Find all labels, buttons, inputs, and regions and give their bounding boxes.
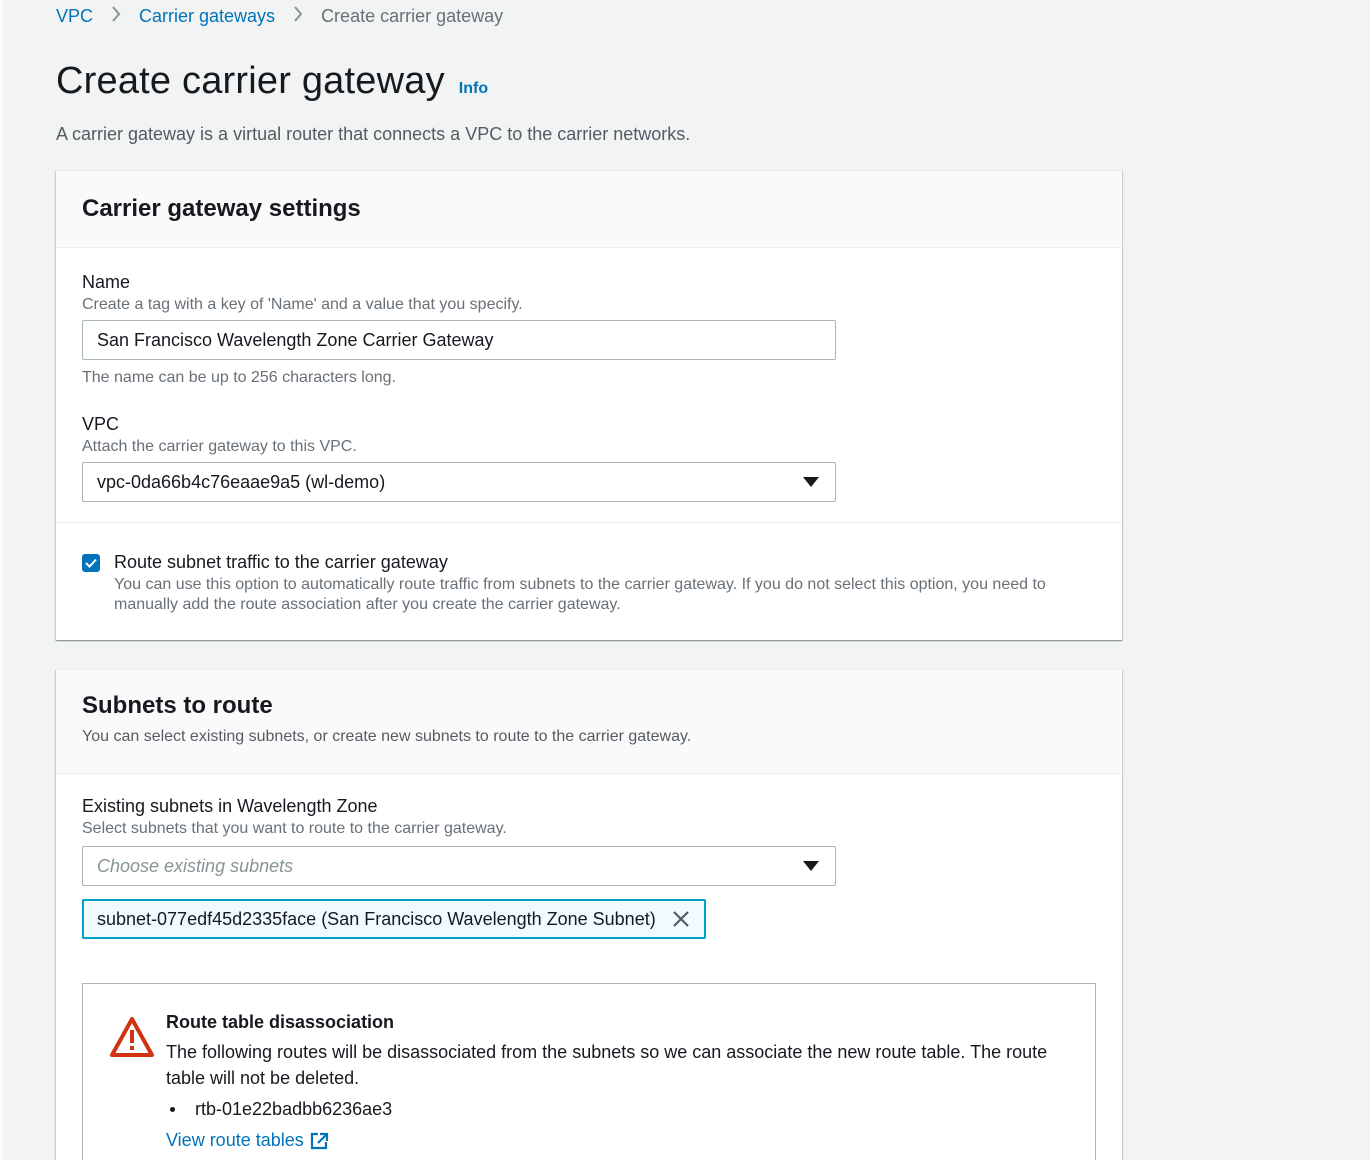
route-option: Route subnet traffic to the carrier gate… (56, 523, 1122, 615)
panel-description: You can select existing subnets, or crea… (82, 728, 692, 745)
token-list: subnet-077edf45d2335face (San Francisco … (82, 899, 1096, 939)
alert-title: Route table disassociation (166, 1012, 395, 1032)
page-header: Create carrier gateway Info (56, 60, 488, 103)
caret-down-icon (803, 477, 819, 487)
subnets-to-route-panel: Subnets to route You can select existing… (56, 669, 1122, 1160)
existing-subnets-description: Select subnets that you want to route to… (82, 820, 507, 837)
vpc-label: VPC (82, 414, 120, 434)
vpc-select[interactable]: vpc-0da66b4c76eaae9a5 (wl-demo) (82, 462, 836, 502)
breadcrumb: VPC Carrier gateways Create carrier gate… (56, 4, 503, 28)
panel-header: Carrier gateway settings (56, 171, 1122, 248)
page-description: A carrier gateway is a virtual router th… (56, 124, 691, 144)
close-icon[interactable] (670, 908, 692, 930)
name-field-group: Name Create a tag with a key of 'Name' a… (56, 248, 1122, 387)
route-list-item: rtb-01e22badbb6236ae3 (166, 1099, 1066, 1120)
chevron-right-icon (293, 5, 303, 27)
alert-body: The following routes will be disassociat… (166, 1042, 1048, 1088)
existing-subnets-field: Existing subnets in Wavelength Zone Sele… (56, 774, 1122, 939)
route-traffic-label: Route subnet traffic to the carrier gate… (114, 552, 448, 572)
caret-down-icon (803, 861, 819, 871)
view-route-tables-link[interactable]: View route tables (166, 1130, 330, 1151)
info-link[interactable]: Info (459, 80, 488, 98)
alert-content: Route table disassociation The following… (166, 1012, 1066, 1151)
vpc-description: Attach the carrier gateway to this VPC. (82, 438, 357, 455)
chevron-right-icon (111, 5, 121, 27)
page-title: Create carrier gateway (56, 60, 445, 102)
breadcrumb-current: Create carrier gateway (321, 5, 504, 26)
route-table-disassociation-alert: Route table disassociation The following… (82, 983, 1096, 1160)
check-icon (85, 558, 97, 568)
view-route-tables-label: View route tables (166, 1130, 304, 1150)
name-label: Name (82, 272, 131, 292)
carrier-gateway-settings-panel: Carrier gateway settings Name Create a t… (56, 170, 1122, 640)
breadcrumb-carrier-gateways-link[interactable]: Carrier gateways (139, 6, 275, 27)
route-traffic-checkbox[interactable] (82, 554, 100, 572)
bullet (170, 1107, 175, 1112)
route-table-id: rtb-01e22badbb6236ae3 (195, 1099, 393, 1119)
left-edge (0, 0, 3, 1160)
name-hint: The name can be up to 256 characters lon… (82, 369, 396, 386)
breadcrumb-vpc-link[interactable]: VPC (56, 6, 93, 27)
external-link-icon (310, 1132, 328, 1149)
panel-title: Carrier gateway settings (82, 195, 361, 222)
panel-title: Subnets to route (82, 692, 273, 719)
vpc-field-group: VPC Attach the carrier gateway to this V… (56, 387, 1122, 502)
token-label: subnet-077edf45d2335face (San Francisco … (97, 908, 656, 929)
route-traffic-description: You can use this option to automatically… (114, 576, 1046, 613)
panel-header: Subnets to route You can select existing… (56, 670, 1122, 774)
select-placeholder: Choose existing subnets (97, 855, 294, 876)
existing-subnets-label: Existing subnets in Wavelength Zone (82, 796, 378, 816)
warning-icon (109, 1016, 155, 1063)
existing-subnets-select[interactable]: Choose existing subnets (82, 846, 836, 886)
vpc-select-value: vpc-0da66b4c76eaae9a5 (wl-demo) (97, 471, 386, 492)
name-input[interactable]: San Francisco Wavelength Zone Carrier Ga… (82, 320, 836, 360)
name-description: Create a tag with a key of 'Name' and a … (82, 296, 523, 313)
subnet-token: subnet-077edf45d2335face (San Francisco … (82, 899, 706, 939)
